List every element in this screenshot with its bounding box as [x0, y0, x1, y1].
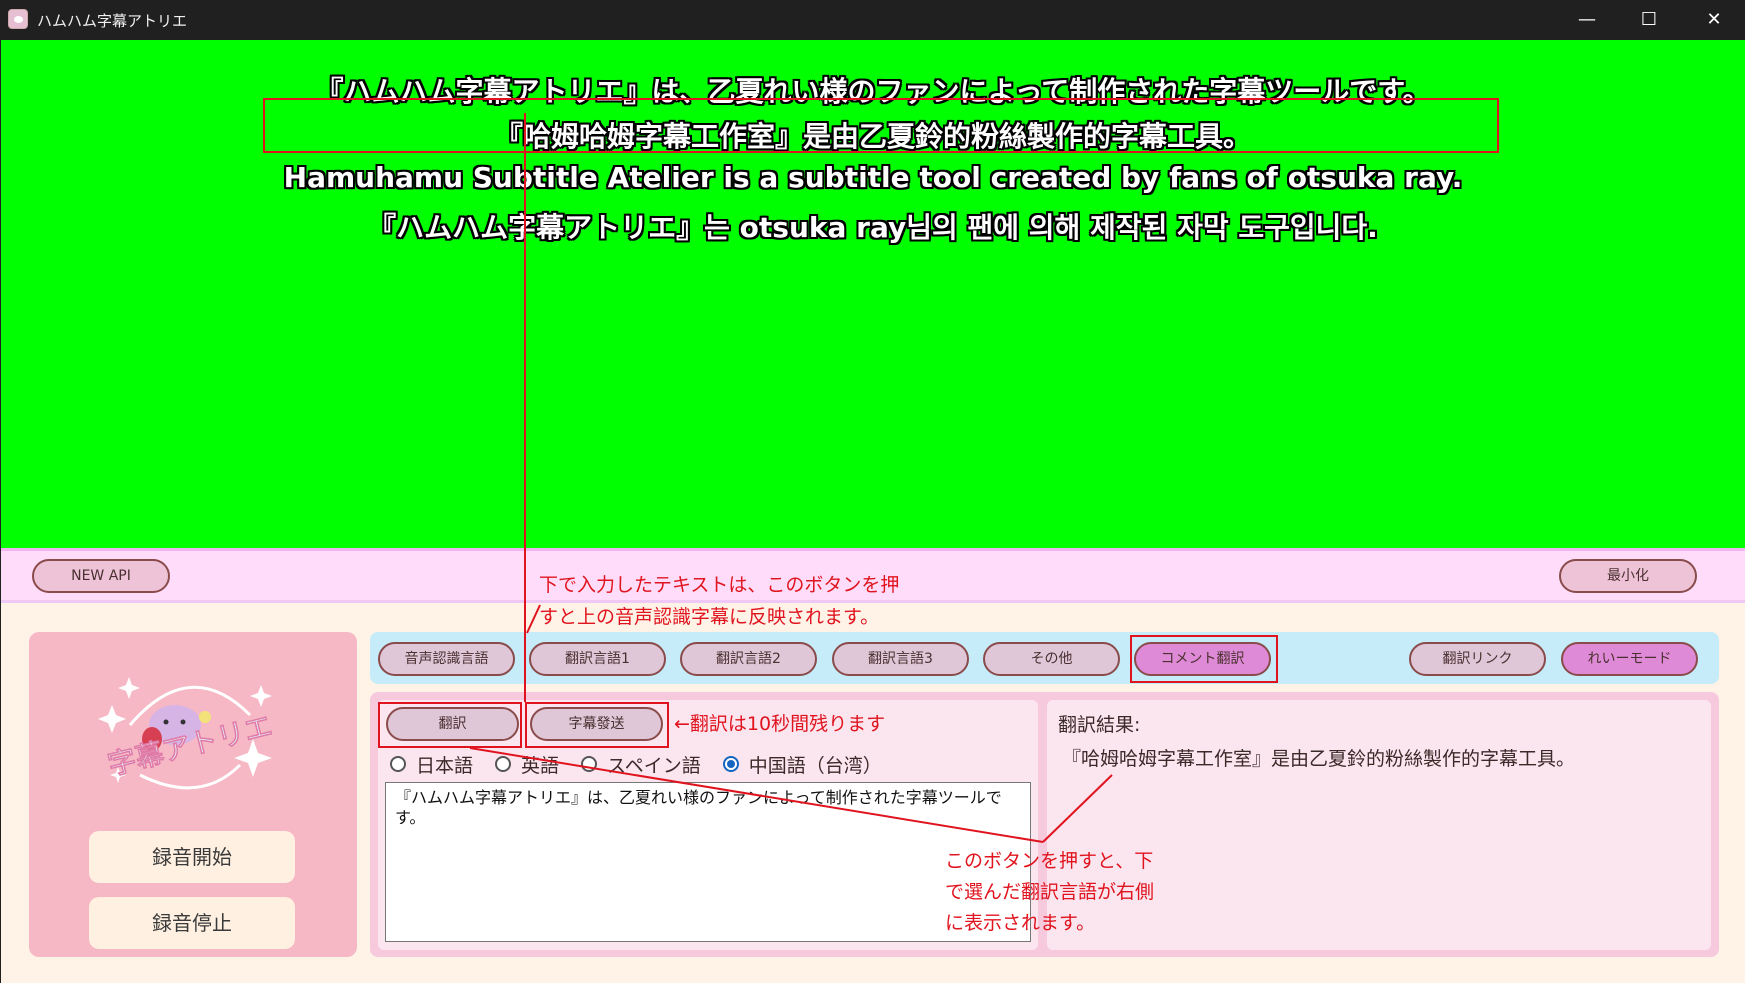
window-title: ハムハム字幕アトリエ: [37, 12, 188, 30]
app-icon: [8, 9, 28, 29]
title-bar: ハムハム字幕アトリエ — ☐ ✕: [0, 0, 1745, 40]
minimize-button[interactable]: 最小化: [1559, 559, 1697, 593]
tab-translation-language-2[interactable]: 翻訳言語2: [680, 642, 817, 676]
comment-input-textarea[interactable]: 『ハムハム字幕アトリエ』は、乙夏れい様のファンによって制作された字幕ツールです。: [385, 782, 1031, 942]
annotation-highlight-send: [525, 702, 669, 748]
radio-label-spanish: スペイン語: [607, 754, 701, 777]
new-api-button[interactable]: NEW API: [32, 559, 170, 593]
logo-icon: 字幕アトリエ: [98, 677, 276, 790]
tab-translation-link[interactable]: 翻訳リンク: [1409, 642, 1546, 676]
radio-spanish[interactable]: [581, 756, 598, 772]
translation-result-text: 『哈姆哈姆字幕工作室』是由乙夏鈴的粉絲製作的字幕工具。: [1062, 748, 1576, 770]
radio-japanese[interactable]: [390, 756, 406, 772]
annotation-highlight-subtitle: [263, 98, 1499, 153]
tab-other[interactable]: その他: [983, 642, 1120, 676]
annotation-highlight-translate: [378, 702, 522, 748]
translation-result-label: 翻訳結果:: [1058, 714, 1141, 736]
radio-label-english: 英語: [521, 754, 560, 777]
radio-label-chinese-taiwan: 中国語（台湾）: [748, 754, 882, 777]
subtitle-stage: 『ハムハム字幕アトリエ』は、乙夏れい様のファンによって制作された字幕ツールです。…: [1, 40, 1745, 548]
annotation-send-explanation: 下で入力したテキストは、このボタンを押 すと上の音声認識字幕に反映されます。: [539, 569, 899, 633]
radio-chinese-taiwan[interactable]: [722, 756, 739, 772]
radio-label-japanese: 日本語: [416, 754, 474, 777]
annotation-highlight-comment-tab: [1130, 635, 1278, 683]
annotation-translate-line-3: に表示されます。: [945, 912, 1096, 934]
record-start-button[interactable]: 録音開始: [89, 831, 295, 883]
record-stop-button[interactable]: 録音停止: [89, 897, 295, 949]
close-window-button[interactable]: ✕: [1683, 0, 1745, 40]
maximize-window-button[interactable]: ☐: [1618, 0, 1680, 40]
annotation-retention-note: ←翻訳は10秒間残ります: [674, 713, 886, 735]
minimize-window-button[interactable]: —: [1556, 0, 1618, 40]
tab-rei-mode[interactable]: れいーモード: [1561, 642, 1698, 676]
annotation-send-line-1: 下で入力したテキストは、このボタンを押: [539, 574, 900, 596]
tab-speech-recognition-language[interactable]: 音声認識言語: [378, 642, 515, 676]
tab-translation-language-1[interactable]: 翻訳言語1: [529, 642, 666, 676]
target-language-radio-group: 日本語 英語 スペイン語 中国語（台湾）: [390, 750, 904, 778]
annotation-send-line-2: すと上の音声認識字幕に反映されます。: [539, 606, 880, 628]
annotation-translate-line-1: このボタンを押すと、下: [945, 850, 1154, 872]
annotation-translate-explanation: このボタンを押すと、下 で選んだ翻訳言語が右側 に表示されます。: [945, 846, 1154, 939]
tab-translation-language-3[interactable]: 翻訳言語3: [832, 642, 969, 676]
subtitle-line-english: Hamuhamu Subtitle Atelier is a subtitle …: [283, 161, 1463, 194]
subtitle-line-korean: 『ハムハム字幕アトリエ』는 otsuka ray님의 팬에 의해 제작된 자막 …: [368, 211, 1378, 244]
annotation-translate-line-2: で選んだ翻訳言語が右側: [945, 881, 1155, 903]
radio-english[interactable]: [495, 756, 512, 772]
